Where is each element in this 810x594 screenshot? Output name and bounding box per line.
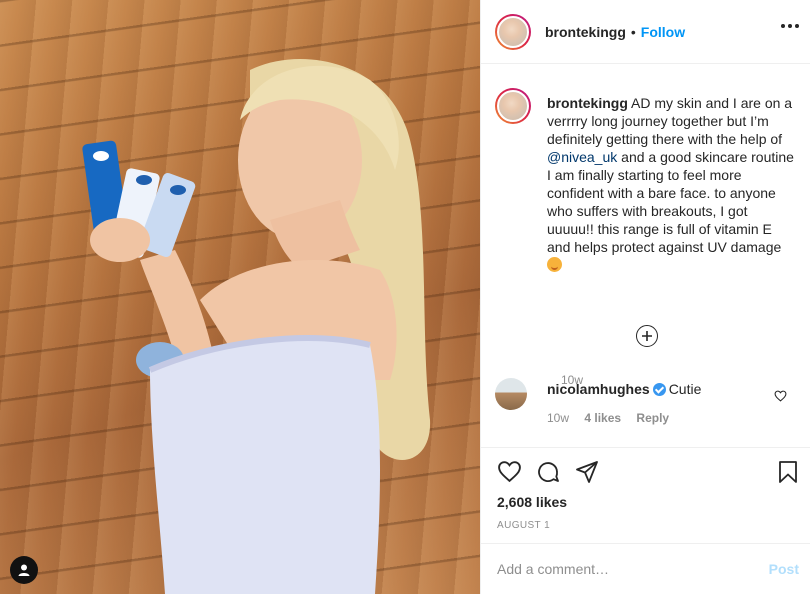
- header-separator: •: [630, 23, 636, 40]
- comment-like-heart-icon[interactable]: [774, 389, 787, 407]
- bookmark-icon[interactable]: [777, 460, 799, 489]
- post-comment-button[interactable]: Post: [769, 561, 799, 577]
- comment-icon[interactable]: [536, 460, 560, 489]
- reply-button[interactable]: Reply: [636, 411, 669, 425]
- post-side-panel: brontekingg • Follow brontekingg AD my s…: [480, 0, 810, 594]
- comment-likes[interactable]: 4 likes: [584, 411, 621, 425]
- verified-badge-icon: [652, 383, 666, 396]
- author-avatar[interactable]: [495, 13, 531, 50]
- comment-timestamp[interactable]: 10w: [547, 411, 569, 425]
- user-tag-icon[interactable]: [10, 556, 38, 584]
- caption-username[interactable]: brontekingg: [547, 95, 628, 111]
- commenter-username[interactable]: nicolamhughes: [547, 381, 650, 397]
- post-header: brontekingg • Follow: [481, 0, 810, 64]
- follow-button[interactable]: Follow: [641, 24, 685, 40]
- likes-count[interactable]: 2,608 likes: [497, 494, 567, 510]
- add-comment-bar: Add a comment… Post: [481, 543, 810, 594]
- share-icon[interactable]: [575, 460, 599, 489]
- smiling-face-emoji-icon: [547, 257, 562, 272]
- add-comment-input[interactable]: Add a comment…: [497, 561, 737, 577]
- caption-avatar[interactable]: [495, 88, 531, 124]
- post-actions: 2,608 likes AUGUST 1: [481, 447, 810, 543]
- comment-meta: 10w 4 likes Reply: [547, 411, 681, 425]
- post-photo-illustration: [82, 58, 431, 594]
- post-date[interactable]: AUGUST 1: [497, 520, 550, 531]
- caption-text: brontekingg AD my skin and I are on a ve…: [547, 94, 797, 274]
- more-options-icon[interactable]: [781, 24, 799, 28]
- commenter-avatar[interactable]: [495, 378, 527, 410]
- author-username[interactable]: brontekingg: [545, 24, 626, 40]
- heart-icon[interactable]: [497, 460, 522, 488]
- caption-mention[interactable]: @nivea_uk: [547, 149, 617, 165]
- comment-text: nicolamhughes Cutie: [547, 381, 701, 397]
- plus-circle-icon[interactable]: [636, 325, 658, 347]
- comment-body: Cutie: [668, 381, 702, 397]
- post-photo[interactable]: [0, 0, 480, 594]
